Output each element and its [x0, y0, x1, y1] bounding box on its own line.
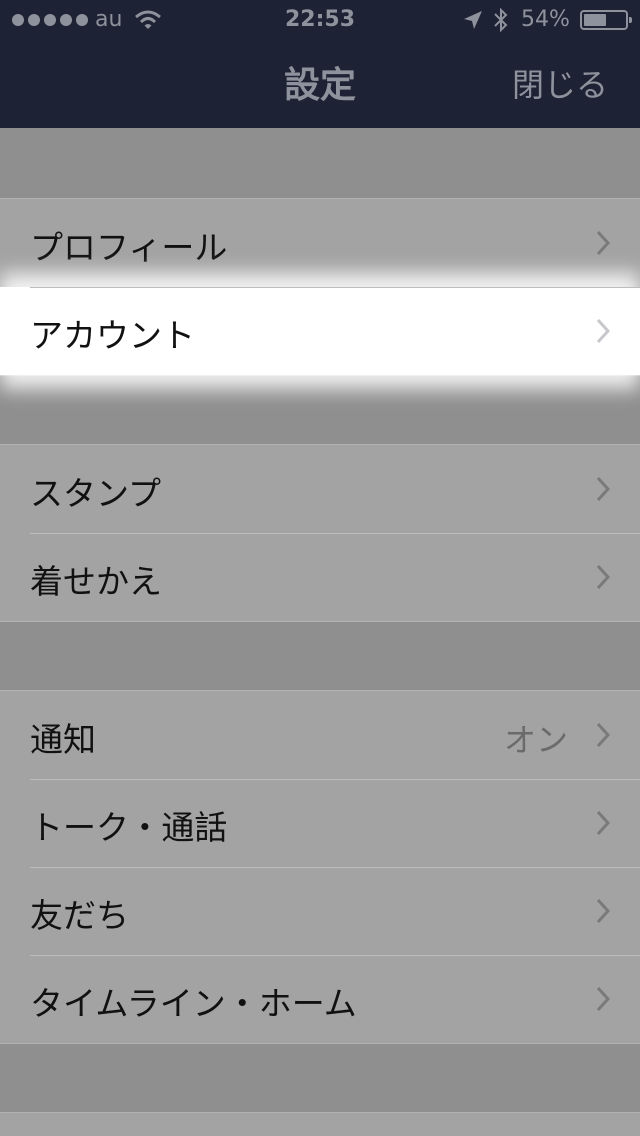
settings-item-profile[interactable]: プロフィール	[0, 199, 640, 287]
battery-fill	[584, 14, 606, 26]
settings-screen: au 22:53 54% 設定 閉じる プロフィール アカウント スタンプ 着せ…	[0, 0, 640, 1136]
chevron-right-icon	[596, 476, 610, 502]
settings-item-timeline-home[interactable]: タイムライン・ホーム	[0, 955, 640, 1043]
status-bar: au 22:53 54%	[0, 0, 640, 40]
chevron-right-icon	[596, 898, 610, 924]
close-button[interactable]: 閉じる	[512, 60, 608, 106]
settings-group-stickers: スタンプ 着せかえ	[0, 444, 640, 622]
chevron-right-icon	[596, 810, 610, 836]
settings-item-stickers[interactable]: スタンプ	[0, 445, 640, 533]
settings-item-themes[interactable]: 着せかえ	[0, 533, 640, 621]
settings-group-general: 通知 オン トーク・通話 友だち タイムライン・ホーム	[0, 690, 640, 1044]
settings-item-label: プロフィール	[30, 228, 228, 267]
chevron-right-icon	[596, 230, 610, 256]
settings-item-label: 友だち	[30, 896, 129, 935]
battery-icon	[580, 10, 632, 30]
settings-item-notifications[interactable]: 通知 オン	[0, 691, 640, 779]
settings-item-label: スタンプ	[30, 474, 162, 513]
settings-item-friends[interactable]: 友だち	[0, 867, 640, 955]
settings-group-profile: プロフィール アカウント	[0, 198, 640, 376]
chevron-right-icon	[596, 986, 610, 1012]
settings-item-label: アカウント	[30, 316, 195, 355]
settings-group-more	[0, 1112, 640, 1136]
settings-item-account[interactable]: アカウント	[0, 287, 640, 375]
settings-item-label: 通知	[30, 720, 96, 759]
chevron-right-icon	[596, 564, 610, 590]
settings-item-label: トーク・通話	[30, 808, 228, 847]
chevron-right-icon	[596, 722, 610, 748]
settings-item-chats-calls[interactable]: トーク・通話	[0, 779, 640, 867]
settings-item-label: タイムライン・ホーム	[30, 984, 357, 1023]
settings-item-label: 着せかえ	[30, 562, 162, 601]
location-arrow-icon	[464, 11, 482, 29]
battery-percent: 54%	[521, 7, 570, 32]
notifications-value: オン	[503, 721, 568, 759]
bluetooth-icon	[494, 7, 508, 33]
chevron-right-icon	[596, 318, 610, 344]
top-bar: au 22:53 54% 設定 閉じる	[0, 0, 640, 128]
